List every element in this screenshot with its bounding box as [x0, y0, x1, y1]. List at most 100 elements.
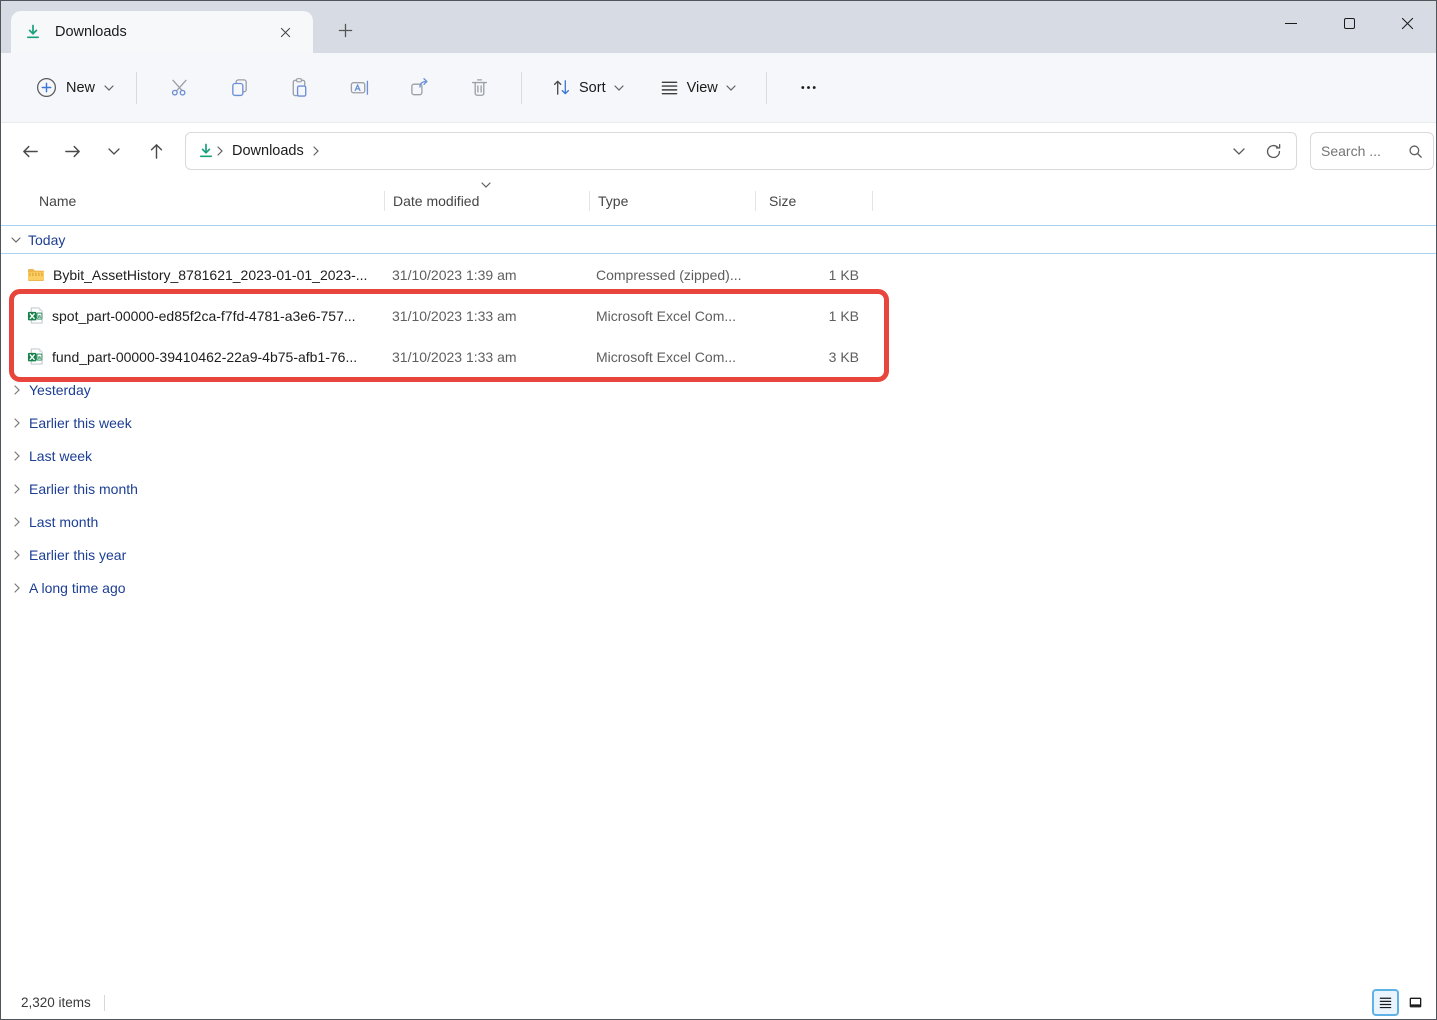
file-name-cell: Bybit_AssetHistory_8781621_2023-01-01_20… [1, 267, 384, 283]
file-date: 31/10/2023 1:33 am [384, 308, 588, 324]
sort-descending-icon [481, 182, 491, 188]
group-header-earlier-this-week[interactable]: Earlier this week [1, 406, 1436, 439]
sort-button[interactable]: Sort [540, 70, 636, 105]
view-button-label: View [687, 80, 718, 96]
file-type: Microsoft Excel Com... [588, 349, 753, 365]
file-row-spot-csv[interactable]: a spot_part-00000-ed85f2ca-f7fd-4781-a3e… [1, 295, 1436, 336]
copy-button[interactable] [216, 68, 262, 108]
file-name: fund_part-00000-39410462-22a9-4b75-afb1-… [52, 349, 357, 365]
search-icon [1408, 144, 1423, 159]
column-header-date-modified[interactable]: Date modified [385, 193, 589, 209]
large-thumbnails-view-button[interactable] [1402, 989, 1429, 1016]
file-name-cell: a spot_part-00000-ed85f2ca-f7fd-4781-a3e… [1, 307, 384, 324]
view-toggles [1372, 989, 1429, 1016]
file-list: Today Bybit_AssetHistory_8781621_2023-01… [1, 223, 1436, 604]
breadcrumb-chevron-icon[interactable] [313, 146, 319, 156]
chevron-down-icon [1233, 148, 1245, 155]
file-size: 1 KB [753, 308, 869, 324]
file-type: Microsoft Excel Com... [588, 308, 753, 324]
rename-icon [349, 77, 370, 98]
window-controls [1262, 1, 1436, 45]
group-header-last-week[interactable]: Last week [1, 439, 1436, 472]
group-label: Today [28, 232, 65, 248]
group-label: A long time ago [29, 580, 126, 596]
zip-folder-icon [27, 267, 45, 282]
file-row-fund-csv[interactable]: a fund_part-00000-39410462-22a9-4b75-afb… [1, 336, 1436, 377]
details-view-button[interactable] [1372, 989, 1399, 1016]
file-name-cell: a fund_part-00000-39410462-22a9-4b75-afb… [1, 348, 384, 365]
column-header-size[interactable]: Size [756, 193, 872, 209]
group-header-earlier-this-month[interactable]: Earlier this month [1, 472, 1436, 505]
delete-button[interactable] [456, 68, 502, 108]
chevron-right-icon [14, 583, 20, 593]
group-label: Yesterday [29, 382, 91, 398]
items-count: 2,320 items [21, 995, 91, 1010]
excel-file-icon: a [27, 307, 44, 324]
forward-icon [63, 142, 82, 161]
minimize-icon [1285, 23, 1297, 24]
back-icon [21, 142, 40, 161]
copy-icon [229, 77, 250, 98]
search-input[interactable] [1321, 143, 1408, 159]
share-button[interactable] [396, 68, 442, 108]
breadcrumb-downloads[interactable]: Downloads [232, 143, 304, 159]
download-icon [25, 24, 41, 40]
up-button[interactable] [135, 131, 177, 171]
see-more-button[interactable] [786, 68, 832, 108]
view-icon [660, 78, 679, 97]
chevron-down-icon [11, 237, 21, 243]
back-button[interactable] [9, 131, 51, 171]
search-box[interactable] [1310, 132, 1434, 170]
chevron-down-icon [726, 85, 736, 91]
rename-button[interactable] [336, 68, 382, 108]
forward-button[interactable] [51, 131, 93, 171]
close-button[interactable] [1378, 1, 1436, 45]
new-tab-button[interactable] [328, 14, 362, 46]
file-row-zip[interactable]: Bybit_AssetHistory_8781621_2023-01-01_20… [1, 254, 1436, 295]
new-button[interactable]: New [26, 69, 124, 106]
details-view-icon [1378, 995, 1393, 1010]
address-row: Downloads [1, 123, 1436, 179]
file-size: 3 KB [753, 349, 869, 365]
file-size: 1 KB [753, 267, 869, 283]
group-header-yesterday[interactable]: Yesterday [1, 373, 1436, 406]
status-bar: 2,320 items [1, 986, 1436, 1019]
chevron-right-icon [14, 451, 20, 461]
download-icon [198, 143, 214, 159]
refresh-button[interactable] [1256, 136, 1290, 166]
group-header-today[interactable]: Today [1, 225, 1436, 254]
svg-text:a: a [38, 314, 41, 320]
chevron-down-icon [104, 85, 114, 91]
file-name: Bybit_AssetHistory_8781621_2023-01-01_20… [53, 267, 367, 283]
refresh-icon [1265, 143, 1282, 160]
maximize-button[interactable] [1320, 1, 1378, 45]
view-button[interactable]: View [648, 70, 748, 105]
column-header-name[interactable]: Name [1, 193, 384, 209]
recent-locations-button[interactable] [93, 131, 135, 171]
plus-icon [338, 23, 353, 38]
file-date: 31/10/2023 1:39 am [384, 267, 588, 283]
group-header-earlier-this-year[interactable]: Earlier this year [1, 538, 1436, 571]
group-label: Earlier this month [29, 481, 138, 497]
tab-bar: Downloads [1, 1, 1436, 53]
column-separator[interactable] [872, 191, 873, 211]
chevron-right-icon [14, 418, 20, 428]
share-icon [409, 77, 430, 98]
paste-button[interactable] [276, 68, 322, 108]
column-header-type[interactable]: Type [590, 193, 755, 209]
file-name: spot_part-00000-ed85f2ca-f7fd-4781-a3e6-… [52, 308, 356, 324]
group-header-last-month[interactable]: Last month [1, 505, 1436, 538]
address-bar[interactable]: Downloads [185, 132, 1297, 170]
minimize-button[interactable] [1262, 1, 1320, 45]
more-icon [799, 78, 818, 97]
tab-close-icon[interactable] [271, 18, 299, 46]
group-header-a-long-time-ago[interactable]: A long time ago [1, 571, 1436, 604]
chevron-down-icon [614, 85, 624, 91]
group-label: Earlier this week [29, 415, 132, 431]
address-dropdown-button[interactable] [1222, 136, 1256, 166]
tab-downloads[interactable]: Downloads [11, 11, 313, 53]
column-headers: Name Date modified Type Size [1, 179, 1436, 223]
file-date: 31/10/2023 1:33 am [384, 349, 588, 365]
status-divider [104, 995, 105, 1011]
cut-button[interactable] [156, 68, 202, 108]
